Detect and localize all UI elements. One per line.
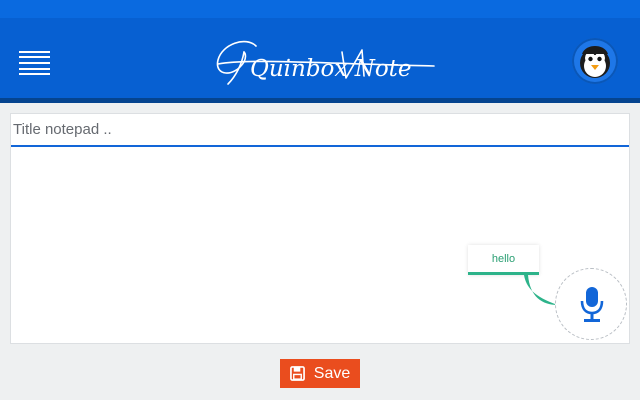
app-header: Quinbox Note [0,18,640,98]
speech-bubble: hello [468,245,539,275]
brand-logo-text: Quinbox Note [250,56,412,82]
speech-bubble-tail [524,275,558,305]
speech-bubble-text: hello [491,253,516,265]
penguin-avatar-icon[interactable] [572,38,618,84]
note-editor [10,113,630,344]
header-shadow [0,98,640,103]
hamburger-menu-icon[interactable] [19,51,50,75]
voice-input-button[interactable] [555,268,627,340]
microphone-icon [580,287,604,322]
save-button-label: Save [313,364,351,382]
title-input[interactable] [11,114,629,145]
floppy-disk-icon [289,366,305,381]
top-strip [0,0,640,18]
brand-logo: Quinbox Note [216,40,435,85]
save-button[interactable]: Save [280,359,360,388]
